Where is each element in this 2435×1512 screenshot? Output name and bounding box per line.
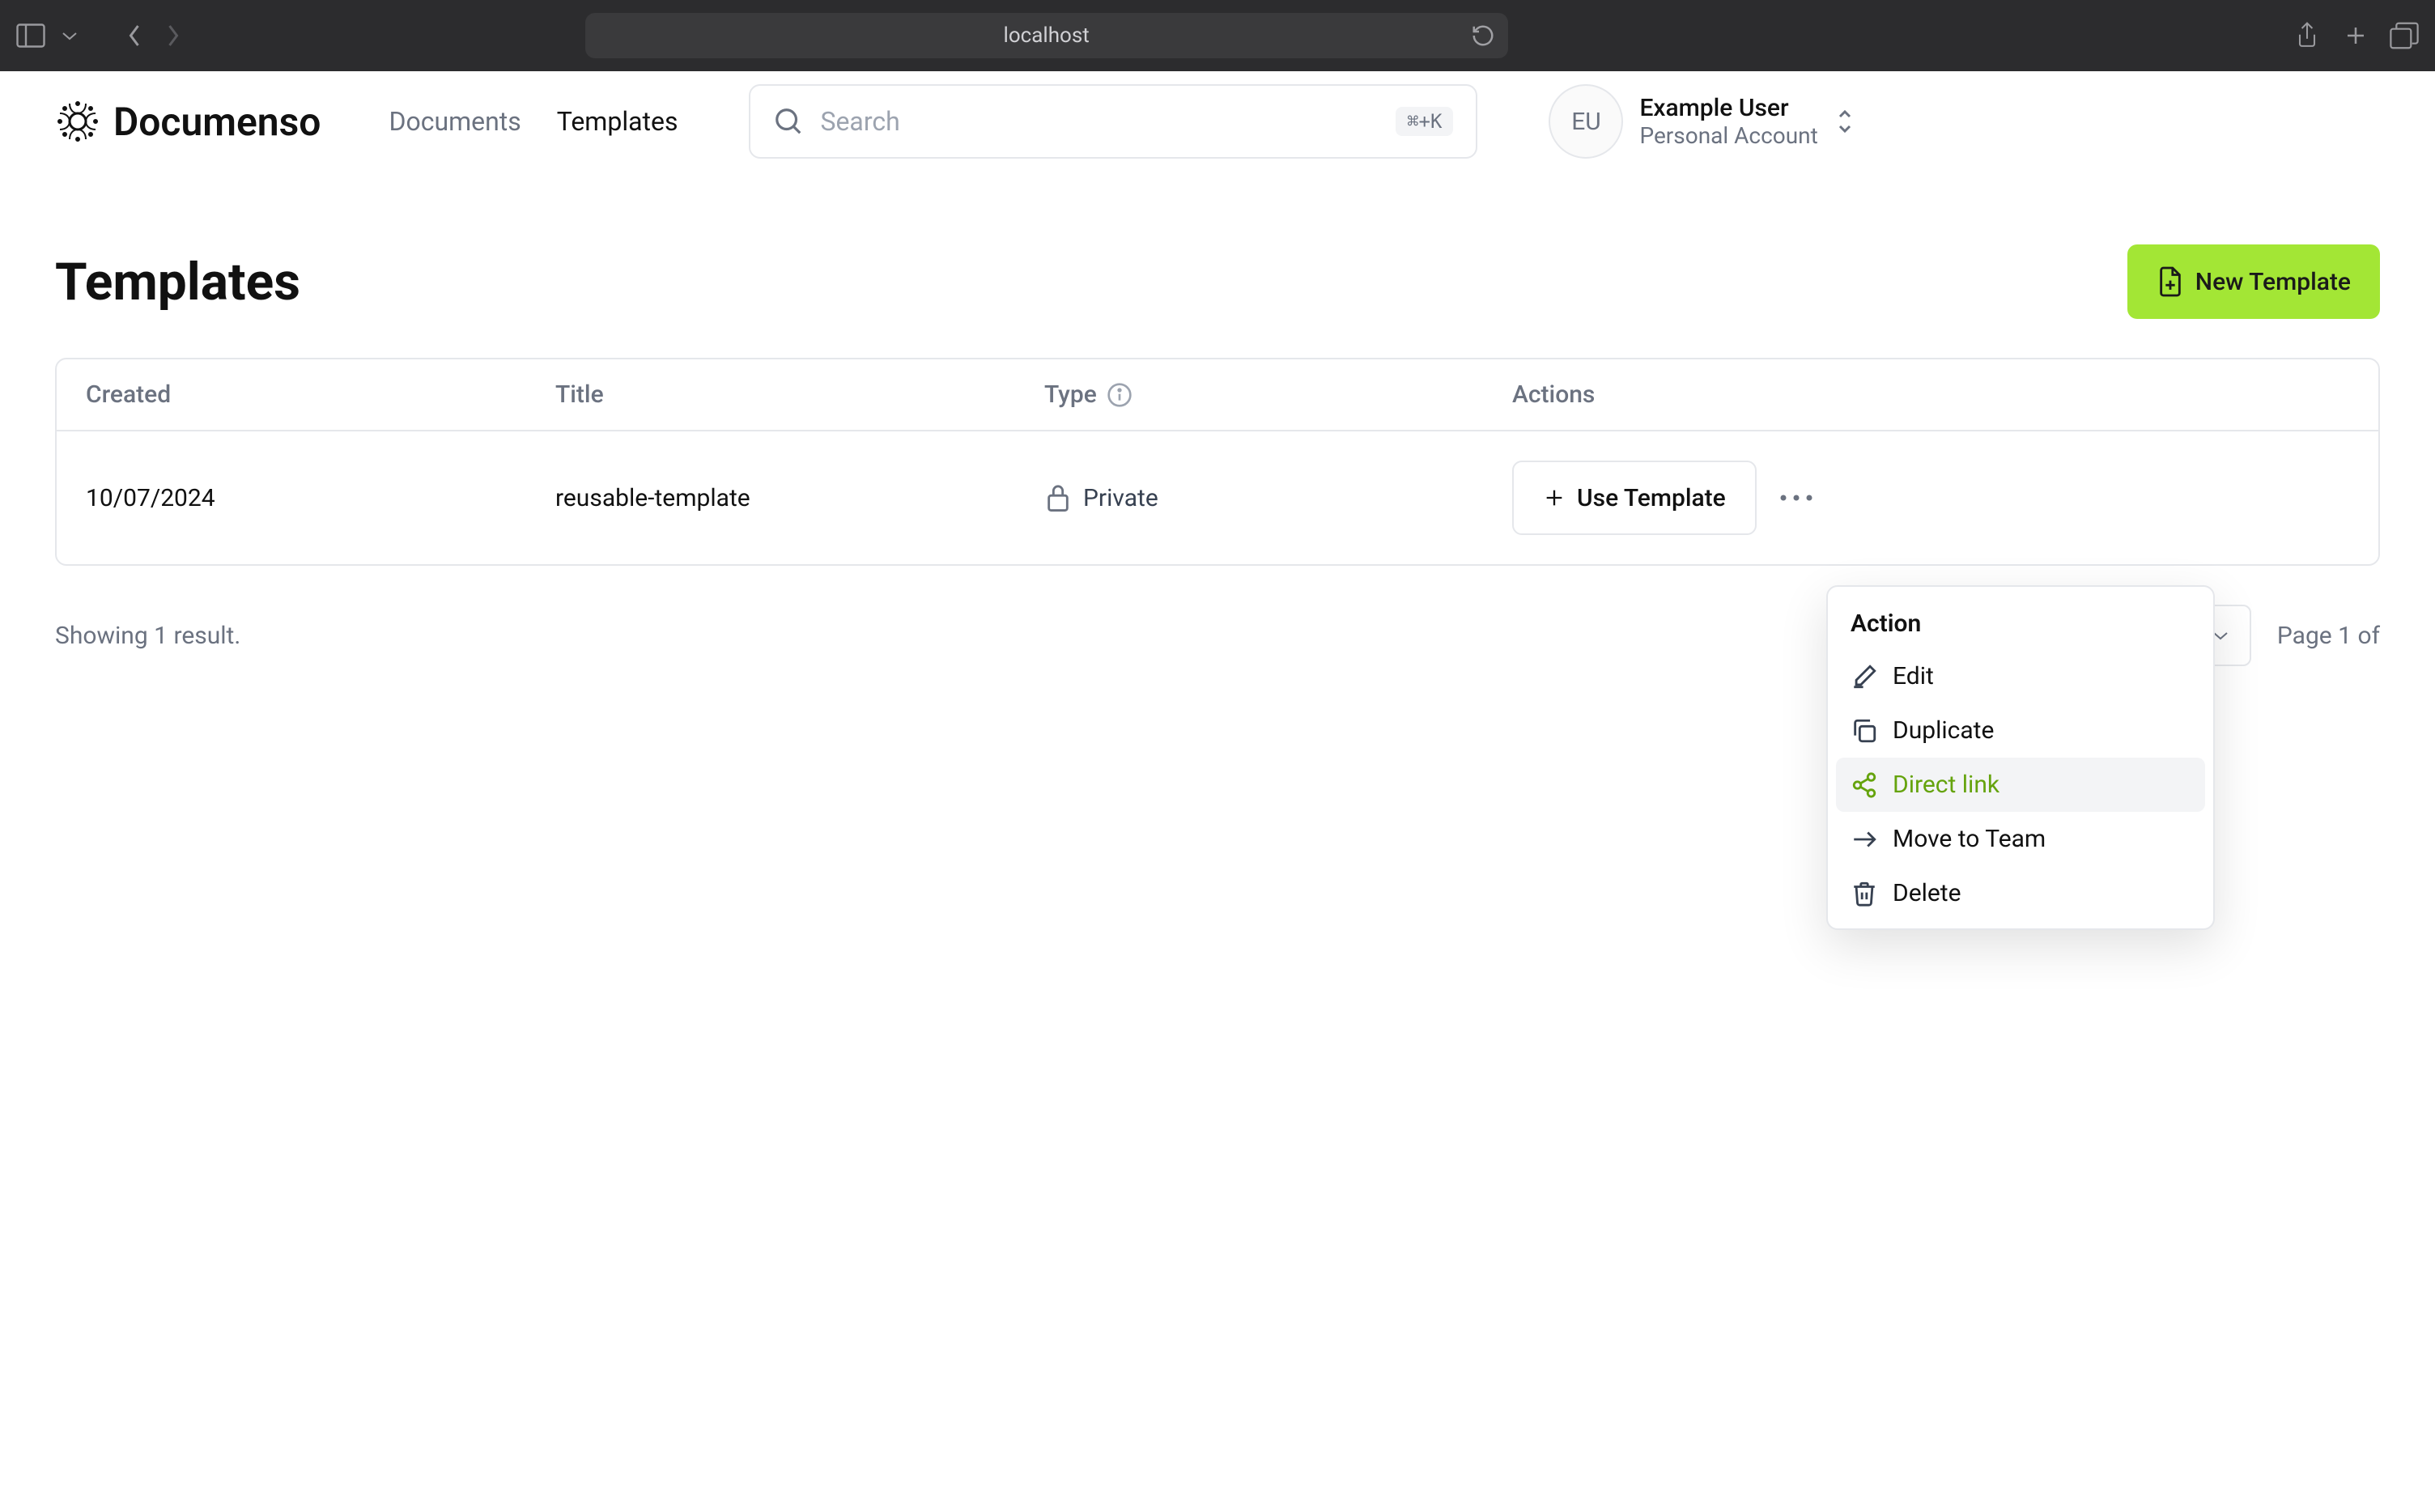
menu-item-direct-link[interactable]: Direct link <box>1836 758 2205 812</box>
share-icon[interactable] <box>2293 21 2322 50</box>
nav-documents[interactable]: Documents <box>389 106 521 137</box>
table-row: 10/07/2024 reusable-template Private Use… <box>57 430 2378 564</box>
col-header-created: Created <box>86 380 555 409</box>
search-placeholder: Search <box>820 106 1379 137</box>
avatar: EU <box>1549 84 1623 159</box>
account-menu[interactable]: EU Example User Personal Account <box>1549 84 1855 159</box>
url-bar[interactable]: localhost <box>585 13 1508 58</box>
refresh-icon[interactable] <box>1471 23 1495 48</box>
back-button[interactable] <box>120 21 149 50</box>
brand-icon <box>55 99 100 144</box>
more-actions-button[interactable] <box>1779 494 1813 502</box>
action-menu-title: Action <box>1836 595 2205 649</box>
templates-table: Created Title Type Actions 10/07/2024 re… <box>55 358 2380 566</box>
nav-templates[interactable]: Templates <box>557 106 678 137</box>
menu-item-edit[interactable]: Edit <box>1836 649 2205 703</box>
brand[interactable]: Documenso <box>55 99 321 145</box>
url-text: localhost <box>1004 23 1090 48</box>
use-template-button[interactable]: Use Template <box>1512 461 1757 535</box>
chevron-down-icon[interactable] <box>55 21 84 50</box>
tabs-icon[interactable] <box>2390 21 2419 50</box>
type-badge: Private <box>1044 482 1158 513</box>
new-tab-icon[interactable] <box>2341 21 2370 50</box>
sidebar-toggle-icon[interactable] <box>16 21 45 50</box>
app-header: Documenso Documents Templates Search ⌘+K… <box>0 71 2435 172</box>
new-template-label: New Template <box>2195 268 2351 296</box>
info-icon[interactable] <box>1107 382 1133 408</box>
cell-title[interactable]: reusable-template <box>555 484 1044 512</box>
showing-text: Showing 1 result. <box>55 622 240 650</box>
col-header-actions: Actions <box>1512 380 2349 409</box>
account-sub: Personal Account <box>1639 122 1817 149</box>
file-plus-icon <box>2157 265 2184 298</box>
plus-icon <box>1543 486 1566 509</box>
page-title: Templates <box>55 252 300 312</box>
browser-chrome: localhost <box>0 0 2435 71</box>
menu-item-duplicate[interactable]: Duplicate <box>1836 703 2205 758</box>
search-input[interactable]: Search ⌘+K <box>749 84 1477 159</box>
cell-created: 10/07/2024 <box>86 484 555 512</box>
menu-item-delete[interactable]: Delete <box>1836 866 2205 920</box>
action-menu: Action Edit Duplicate Direct link Move t… <box>1826 585 2215 930</box>
brand-name: Documenso <box>113 99 321 145</box>
lock-icon <box>1044 482 1072 513</box>
search-icon <box>773 106 804 137</box>
menu-item-move-to-team[interactable]: Move to Team <box>1836 812 2205 866</box>
col-header-type: Type <box>1044 380 1512 409</box>
forward-button <box>159 21 188 50</box>
chevron-up-down-icon <box>1834 107 1855 136</box>
new-template-button[interactable]: New Template <box>2127 244 2380 319</box>
account-name: Example User <box>1639 94 1817 122</box>
search-shortcut: ⌘+K <box>1396 107 1453 136</box>
page-of-text: Page 1 of <box>2277 622 2380 650</box>
col-header-title: Title <box>555 380 1044 409</box>
